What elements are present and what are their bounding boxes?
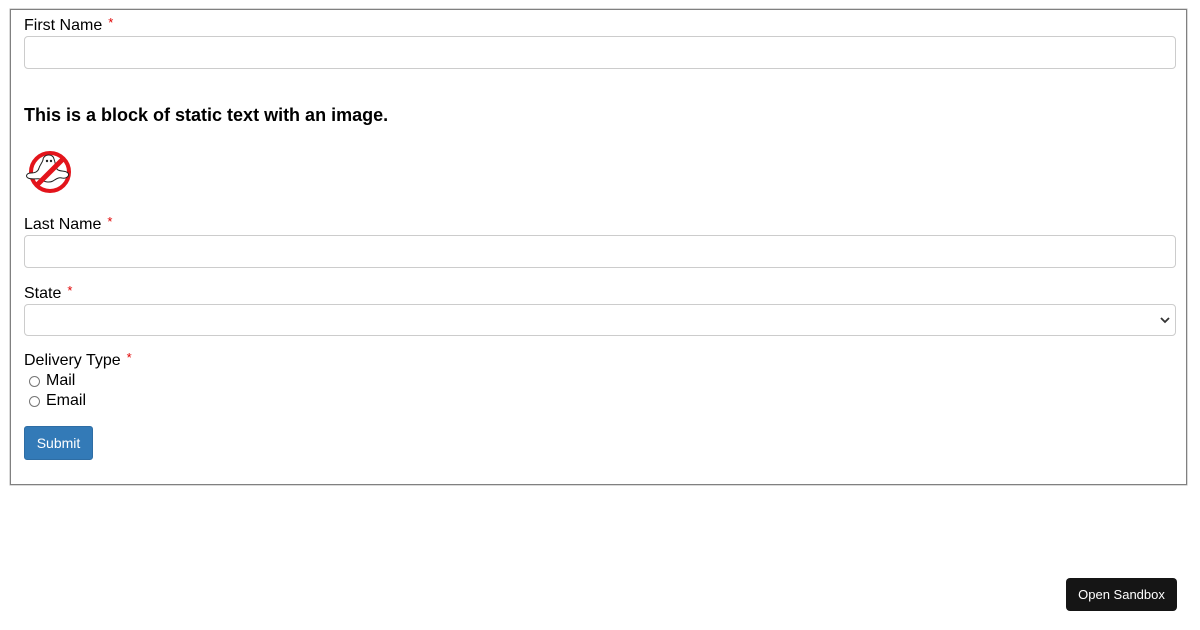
delivery-type-label-text: Delivery Type [24,352,121,369]
delivery-type-label: Delivery Type * [24,350,132,370]
first-name-input[interactable] [24,36,1176,69]
submit-button[interactable]: Submit [24,426,93,460]
chevron-down-icon [1160,317,1170,324]
last-name-label-text: Last Name [24,216,102,233]
email-radio-label: Email [46,392,87,409]
delivery-type-required-mark: * [126,350,132,365]
last-name-label: Last Name * [24,214,113,234]
email-radio[interactable] [29,395,40,407]
mail-radio[interactable] [29,375,40,387]
radio-option-email[interactable]: Email [29,392,86,410]
first-name-label-text: First Name [24,17,103,34]
state-select[interactable] [24,304,1176,336]
form-container: First Name * This is a block of static te… [10,9,1187,485]
first-name-required-mark: * [108,15,114,30]
mail-radio-label: Mail [46,372,76,389]
last-name-required-mark: * [107,214,113,229]
ghostbusters-logo-icon [26,151,71,193]
last-name-input[interactable] [24,235,1176,268]
open-sandbox-button[interactable]: Open Sandbox [1066,578,1177,611]
state-required-mark: * [67,283,73,298]
state-label: State * [24,283,73,303]
static-text-block: This is a block of static text with an i… [24,105,389,125]
state-label-text: State [24,285,62,302]
radio-option-mail[interactable]: Mail [29,372,75,390]
first-name-label: First Name * [24,15,114,35]
